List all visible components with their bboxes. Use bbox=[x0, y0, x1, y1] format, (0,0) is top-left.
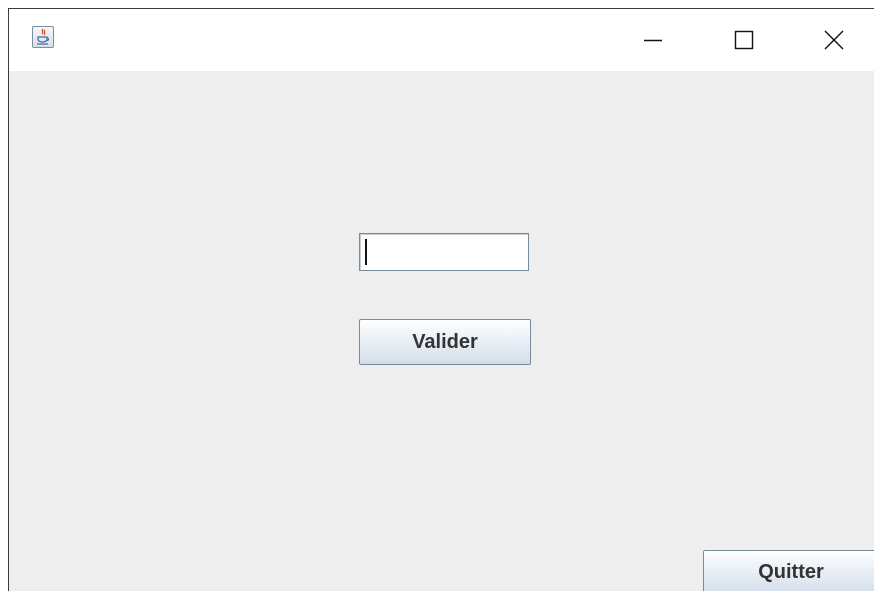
close-button[interactable] bbox=[811, 9, 857, 71]
maximize-button[interactable] bbox=[721, 9, 767, 71]
validate-button[interactable]: Valider bbox=[359, 319, 531, 365]
java-coffee-cup-icon[interactable] bbox=[32, 26, 54, 48]
text-caret bbox=[365, 239, 367, 265]
close-icon bbox=[824, 30, 844, 50]
title-bar[interactable] bbox=[9, 9, 874, 71]
minimize-button[interactable] bbox=[630, 9, 676, 71]
quit-button[interactable]: Quitter bbox=[703, 550, 874, 591]
content-panel: Valider Quitter bbox=[9, 71, 874, 591]
app-window: Valider Quitter bbox=[8, 8, 874, 591]
minimize-icon bbox=[644, 39, 662, 42]
text-input[interactable] bbox=[359, 233, 529, 271]
maximize-icon bbox=[734, 30, 754, 50]
